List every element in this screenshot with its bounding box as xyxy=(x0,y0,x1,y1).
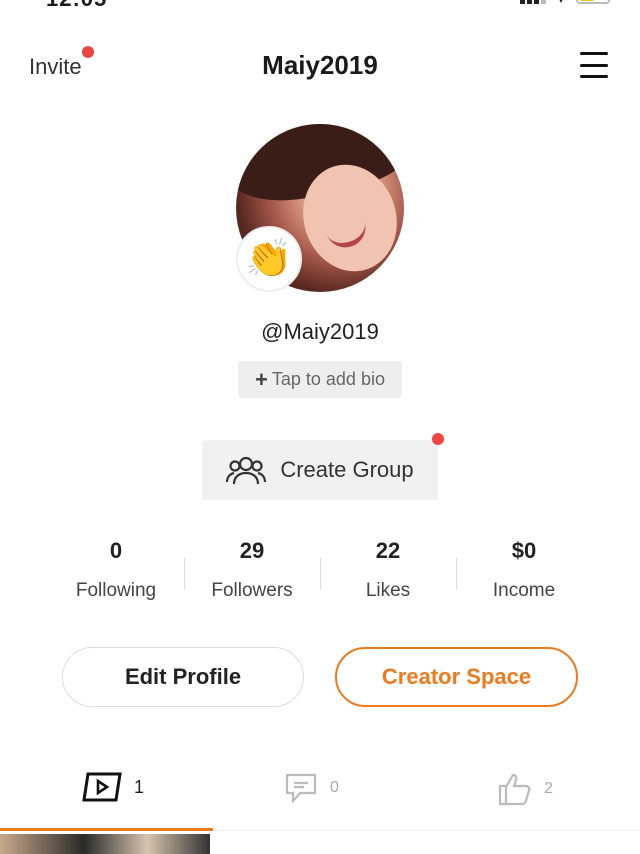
tab-comments[interactable]: 0 xyxy=(284,772,339,804)
create-group-label: Create Group xyxy=(280,457,414,482)
group-notification-dot xyxy=(432,433,444,445)
stat-divider xyxy=(184,558,185,590)
stat-value: 29 xyxy=(239,538,265,563)
tab-likes[interactable]: 2 xyxy=(498,772,553,806)
create-group-button[interactable]: Create Group xyxy=(202,440,438,500)
stat-likes[interactable]: 22 Likes xyxy=(320,538,456,602)
bio-placeholder: Tap to add bio xyxy=(271,369,385,389)
tab-count: 0 xyxy=(330,779,339,796)
stat-value: 0 xyxy=(109,538,123,563)
stat-following[interactable]: 0 Following xyxy=(48,538,184,602)
content-tabs: 1 0 2 xyxy=(0,772,640,828)
video-thumbnail[interactable] xyxy=(0,834,210,854)
stat-divider xyxy=(320,558,321,590)
comment-icon xyxy=(285,773,317,804)
stat-divider xyxy=(456,558,457,590)
video-icon xyxy=(82,772,122,802)
page-title: Maiy2019 xyxy=(262,50,378,80)
tab-videos[interactable]: 1 xyxy=(82,772,144,802)
stat-label: Likes xyxy=(365,580,411,601)
add-bio-button[interactable]: + Tap to add bio xyxy=(238,361,402,398)
group-icon xyxy=(226,456,267,485)
wifi-icon xyxy=(556,0,566,3)
edit-profile-button[interactable]: Edit Profile xyxy=(62,647,304,707)
stat-followers[interactable]: 29 Followers xyxy=(184,538,320,602)
status-icons xyxy=(520,0,610,4)
signal-icon xyxy=(520,0,546,4)
clap-badge-icon[interactable]: 👏 xyxy=(236,226,302,292)
tab-count: 1 xyxy=(134,776,145,797)
active-tab-indicator xyxy=(0,828,213,831)
stat-label: Income xyxy=(492,580,556,601)
plus-icon: + xyxy=(255,366,268,392)
stat-income[interactable]: $0 Income xyxy=(456,538,592,602)
stat-label: Following xyxy=(75,580,157,601)
stat-value: 22 xyxy=(375,538,401,563)
stat-label: Followers xyxy=(211,580,293,601)
stat-value: $0 xyxy=(511,538,537,563)
thumbs-up-icon xyxy=(498,773,531,806)
profile-handle: @Maiy2019 xyxy=(261,319,379,344)
status-time: 12:05 xyxy=(46,0,107,12)
creator-space-button[interactable]: Creator Space xyxy=(335,647,578,707)
hamburger-menu-icon[interactable] xyxy=(580,52,608,78)
tab-count: 2 xyxy=(544,780,553,797)
battery-icon xyxy=(576,0,610,4)
